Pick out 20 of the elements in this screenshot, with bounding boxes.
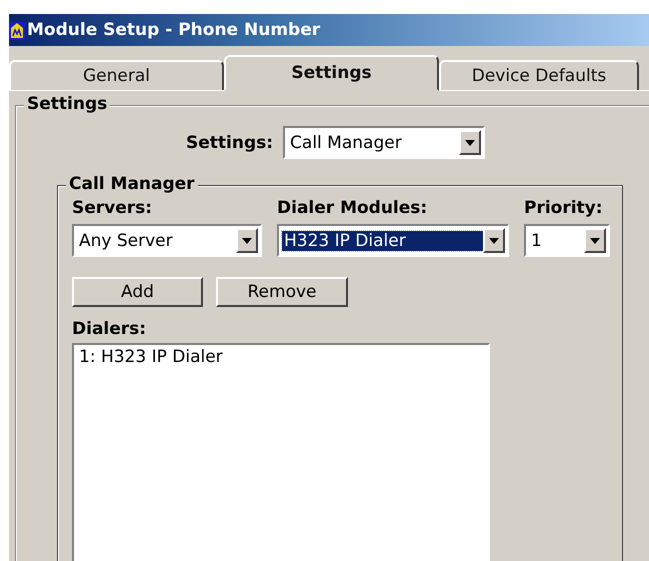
- settings-dropdown[interactable]: Call Manager: [283, 126, 486, 159]
- push-button[interactable]: Add: [72, 277, 203, 307]
- dialers-list[interactable]: 1: H323 IP Dialer: [72, 343, 490, 561]
- field-label: Settings:: [186, 132, 274, 152]
- dropdown[interactable]: H323 IP Dialer: [277, 224, 509, 257]
- field-label: Servers:: [72, 198, 154, 218]
- group-title: Call Manager: [66, 174, 198, 194]
- group-title: Settings: [24, 94, 110, 114]
- dropdown[interactable]: 1: [524, 224, 610, 257]
- window-title: Module Setup - Phone Number: [27, 20, 320, 40]
- app-icon: [9, 20, 25, 40]
- tab[interactable]: General: [9, 60, 224, 90]
- field-label: Priority:: [524, 198, 604, 218]
- tab[interactable]: Settings: [224, 55, 439, 91]
- field-label: Dialer Modules:: [277, 198, 428, 218]
- push-button[interactable]: Remove: [216, 277, 348, 307]
- tab[interactable]: Device Defaults: [439, 60, 639, 90]
- list-item[interactable]: 1: H323 IP Dialer: [79, 347, 483, 367]
- dropdown[interactable]: Any Server: [72, 224, 262, 257]
- field-label: Dialers:: [72, 319, 148, 339]
